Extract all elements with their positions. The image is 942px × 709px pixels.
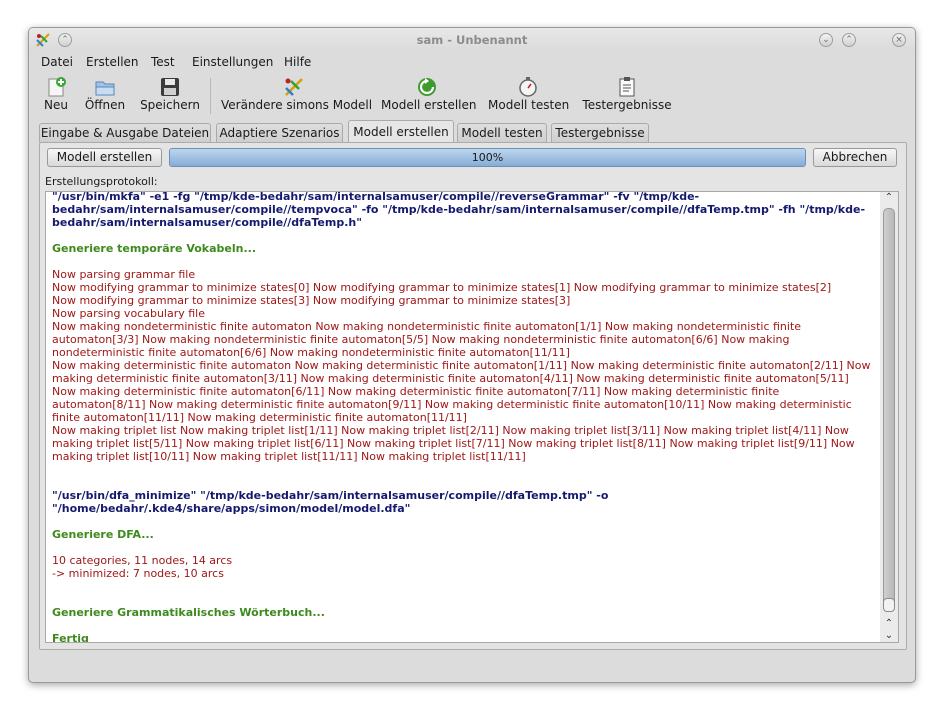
menu-bar: Datei Erstellen Test Einstellungen Hilfe (29, 53, 915, 73)
log-heading: Generiere Grammatikalisches Wörterbuch..… (52, 606, 325, 619)
log-heading: Generiere temporäre Vokabeln... (52, 242, 257, 255)
build-model-action-button[interactable]: Modell erstellen (47, 148, 162, 167)
log-output: 10 categories, 11 nodes, 14 arcs (52, 554, 233, 567)
scroll-up-icon[interactable]: ⌃ (880, 618, 898, 630)
log-heading: Generiere DFA... (52, 528, 154, 541)
menu-hilfe[interactable]: Hilfe (284, 55, 311, 69)
folder-open-icon (94, 76, 116, 98)
log-output: Now making triplet list Now making tripl… (52, 424, 855, 463)
toolbar-separator (210, 78, 211, 114)
tab-build-model[interactable]: Modell erstellen (348, 120, 454, 143)
refresh-icon (416, 76, 438, 98)
test-results-label: Testergebnisse (582, 98, 672, 112)
simon-model-icon (283, 76, 305, 98)
tab-input-output-files[interactable]: Eingabe & Ausgabe Dateien (39, 123, 211, 142)
log-output: Now making deterministic finite automato… (52, 359, 871, 424)
log-output: Now making nondeterministic finite autom… (52, 320, 802, 359)
menu-erstellen[interactable]: Erstellen (86, 55, 139, 69)
log-output: Now parsing grammar file (52, 268, 196, 281)
scroll-up-icon[interactable]: ⌃ (880, 192, 898, 204)
change-model-label: Verändere simons Modell (221, 98, 373, 112)
maximize-button[interactable]: ⌃ (842, 33, 856, 47)
log-label: Erstellungsprotokoll: (45, 175, 158, 188)
tab-test-results[interactable]: Testergebnisse (551, 123, 649, 142)
new-document-icon (45, 76, 67, 98)
main-window: ⌃ sam - Unbenannt ⌄ ⌃ × Datei Erstellen … (28, 27, 916, 683)
tab-adapt-scenarios[interactable]: Adaptiere Szenarios (216, 123, 343, 142)
close-button[interactable]: × (892, 33, 906, 47)
new-label: Neu (44, 98, 68, 112)
save-button[interactable]: Speichern (139, 74, 201, 118)
build-progress-bar: 100% (169, 148, 806, 167)
cancel-button[interactable]: Abbrechen (813, 148, 897, 167)
build-model-button[interactable]: Modell erstellen (381, 74, 477, 118)
log-command: "/usr/bin/mkfa" -e1 -fg "/tmp/kde-bedahr… (52, 191, 866, 229)
tab-test-model[interactable]: Modell testen (457, 123, 547, 142)
log-output: Now modifying grammar to minimize states… (52, 281, 832, 294)
window-title: sam - Unbenannt (416, 33, 528, 47)
save-label: Speichern (140, 98, 200, 112)
scrollbar-handle[interactable] (883, 598, 895, 612)
log-heading: Fertig (52, 632, 89, 643)
menu-datei[interactable]: Datei (41, 55, 73, 69)
minimize-button[interactable]: ⌄ (819, 33, 833, 47)
save-disk-icon (159, 76, 181, 98)
menu-test[interactable]: Test (151, 55, 175, 69)
build-model-panel: Modell erstellen 100% Abbrechen Erstellu… (39, 142, 907, 650)
clipboard-icon (616, 76, 638, 98)
log-content: "/usr/bin/mkfa" -e1 -fg "/tmp/kde-bedahr… (52, 191, 874, 643)
log-scrollbar[interactable]: ⌃ ⌃ ⌄ (880, 192, 898, 642)
open-label: Öffnen (84, 98, 126, 112)
scrollbar-track[interactable] (883, 208, 895, 612)
build-log[interactable]: "/usr/bin/mkfa" -e1 -fg "/tmp/kde-bedahr… (45, 191, 899, 643)
log-command: "/usr/bin/dfa_minimize" "/tmp/kde-bedahr… (52, 489, 609, 515)
scroll-down-icon[interactable]: ⌄ (880, 630, 898, 642)
new-button[interactable]: Neu (39, 74, 73, 118)
menu-einstellungen[interactable]: Einstellungen (192, 55, 273, 69)
toolbar: Neu Öffnen Speichern Verändere simons Mo… (29, 74, 915, 120)
stopwatch-icon (517, 76, 539, 98)
log-output: -> minimized: 7 nodes, 10 arcs (52, 567, 224, 580)
title-bar[interactable]: ⌃ sam - Unbenannt ⌄ ⌃ × (29, 28, 915, 52)
progress-text: 100% (471, 151, 504, 164)
log-output: Now parsing vocabulary file (52, 307, 205, 320)
build-model-label: Modell erstellen (381, 98, 477, 112)
test-results-button[interactable]: Testergebnisse (581, 74, 673, 118)
test-model-button[interactable]: Modell testen (488, 74, 570, 118)
test-model-label: Modell testen (488, 98, 570, 112)
change-model-button[interactable]: Verändere simons Modell (221, 74, 373, 118)
open-button[interactable]: Öffnen (82, 74, 128, 118)
log-output: Now modifying grammar to minimize states… (52, 294, 571, 307)
